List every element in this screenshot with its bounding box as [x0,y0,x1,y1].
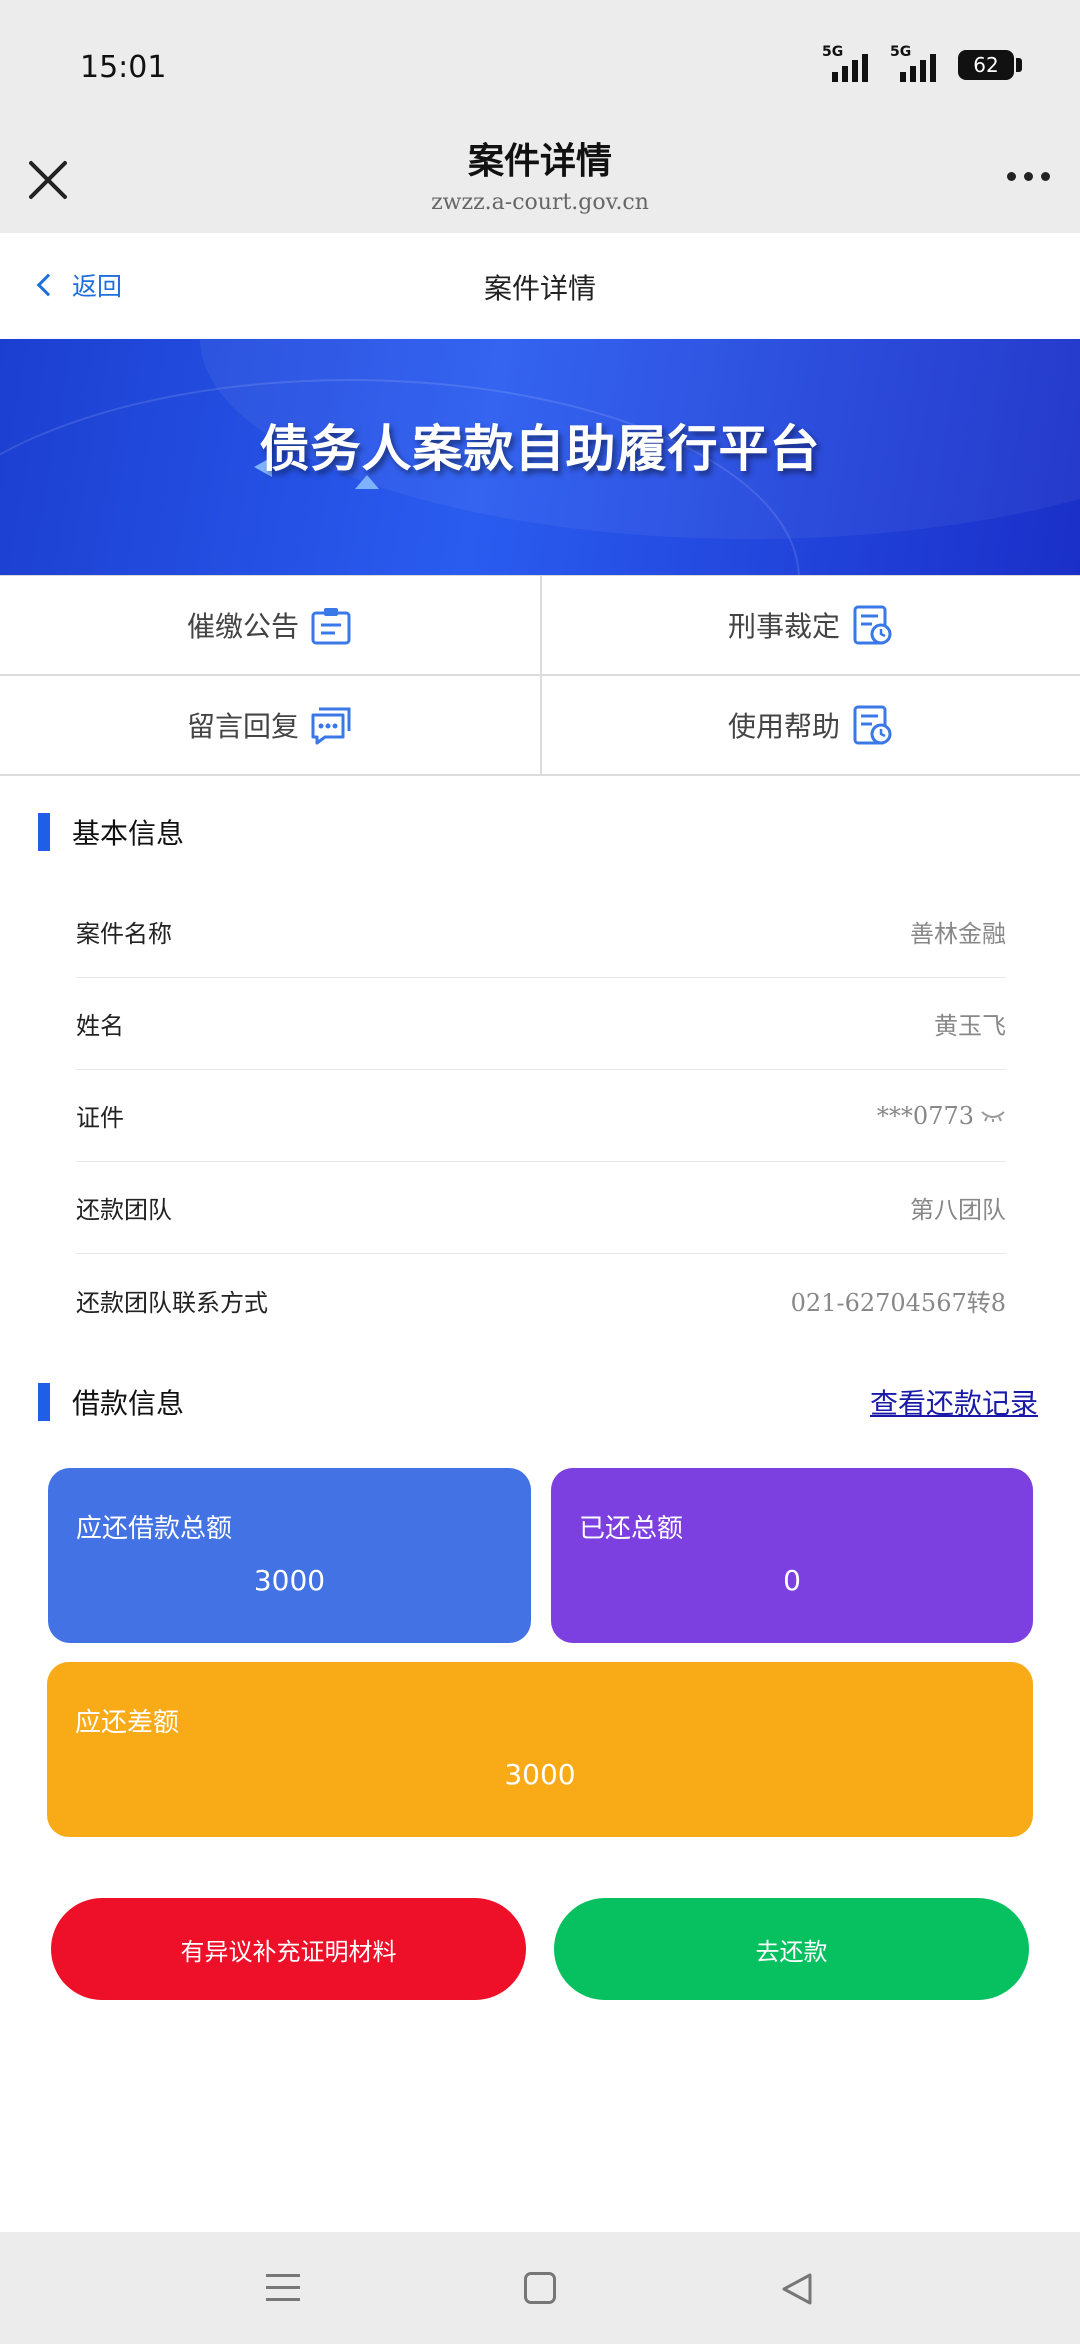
info-label: 姓名 [76,1012,124,1040]
battery-level: 62 [973,53,999,77]
section-accent-bar [38,1383,50,1421]
info-row-case-name: 案件名称 善林金融 [76,886,1006,978]
menu-item-help[interactable]: 使用帮助 [540,676,1080,776]
info-value: 第八团队 [910,1196,1006,1224]
menu-label: 留言回复 [186,710,299,743]
info-row-team-contact: 还款团队联系方式 021-62704567转8 [76,1254,1006,1346]
info-value: 善林金融 [910,920,1006,948]
chat-icon [311,707,351,745]
menu-item-notice[interactable]: 催缴公告 [0,576,540,676]
browser-title: 案件详情 [467,141,612,182]
info-value: 021-62704567转8 [790,1288,1006,1317]
section-loan-info: 借款信息 [38,1382,184,1422]
card-value: 3000 [253,1564,326,1597]
info-label: 案件名称 [76,920,172,948]
dispute-button[interactable]: 有异议补充证明材料 [51,1898,526,2000]
section-accent-bar [38,813,50,851]
card-label: 应还借款总额 [76,1514,233,1544]
info-label: 还款团队联系方式 [76,1288,268,1317]
signal-icon: 5G [822,44,868,82]
section-title: 基本信息 [72,817,185,850]
card-value: 0 [783,1564,801,1597]
section-title: 借款信息 [72,1387,185,1420]
info-value: ***0773 [876,1101,974,1130]
card-total-due: 应还借款总额 3000 [48,1468,531,1643]
pay-button[interactable]: 去还款 [554,1898,1029,2000]
document-clock-icon [853,705,892,745]
page-title: 案件详情 [483,272,596,305]
status-icons: 5G 5G 62 [822,44,1022,82]
section-basic-info: 基本信息 [38,812,184,852]
card-remaining: 应还差额 3000 [47,1662,1033,1837]
info-row-team: 还款团队 第八团队 [76,1162,1006,1254]
signal-icon: 5G [890,44,936,82]
notice-icon [311,608,351,645]
status-bar: 15:01 5G 5G 62 [0,0,1080,140]
battery-icon: 62 [958,50,1022,80]
info-value: 黄玉飞 [934,1012,1006,1040]
page-header: 返回 案件详情 [0,233,1080,339]
card-label: 已还总额 [579,1514,684,1544]
home-icon[interactable] [524,2272,556,2304]
more-icon[interactable] [1007,172,1050,181]
menu-label: 使用帮助 [727,710,840,743]
menu-grid: 催缴公告 刑事裁定 留言回复 使用帮助 [0,575,1080,776]
banner: 债务人案款自助履行平台 [0,339,1080,575]
menu-label: 刑事裁定 [727,610,840,643]
document-clock-icon [853,605,892,645]
card-label: 应还差额 [75,1708,180,1738]
eye-closed-icon[interactable] [980,1109,1006,1123]
card-value: 3000 [504,1758,576,1791]
browser-url: zwzz.a-court.gov.cn [431,190,649,215]
system-nav-bar [0,2232,1080,2344]
menu-icon[interactable] [266,2274,300,2310]
info-label: 证件 [76,1104,124,1132]
banner-title: 债务人案款自助履行平台 [259,420,821,478]
card-paid: 已还总额 0 [551,1468,1033,1643]
info-label: 还款团队 [76,1196,172,1224]
menu-label: 催缴公告 [186,610,299,643]
status-time: 15:01 [80,50,167,85]
info-row-id: 证件 ***0773 [76,1070,1006,1162]
menu-item-criminal-ruling[interactable]: 刑事裁定 [540,576,1080,676]
back-triangle-icon[interactable] [780,2272,814,2306]
info-row-name: 姓名 黄玉飞 [76,978,1006,1070]
browser-header: 案件详情 zwzz.a-court.gov.cn [0,120,1080,233]
view-repayment-records-link[interactable]: 查看还款记录 [870,1382,1038,1422]
menu-item-messages[interactable]: 留言回复 [0,676,540,776]
